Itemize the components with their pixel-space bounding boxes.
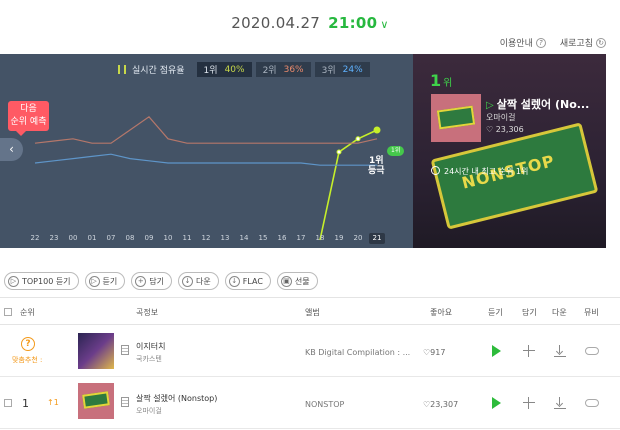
hour-label: 08 bbox=[125, 234, 135, 242]
series-point bbox=[336, 149, 342, 155]
series-line-2 bbox=[34, 115, 378, 144]
download-button[interactable]: ↓ 다운 bbox=[178, 272, 219, 290]
hour-label: 22 bbox=[30, 234, 40, 242]
predict-next-rank-button[interactable]: 다음 순위 예측 bbox=[8, 101, 49, 136]
select-all-checkbox[interactable] bbox=[4, 308, 12, 316]
play-icon: ▷ bbox=[8, 275, 19, 287]
download-icon: ↓ bbox=[228, 275, 240, 287]
hour-label: 18 bbox=[315, 234, 325, 242]
plus-icon: + bbox=[135, 275, 147, 287]
chart-legend: 실시간 점유율 1위 40% 2위 36% 3위 24% bbox=[118, 62, 370, 77]
play-button[interactable]: ▷ 듣기 bbox=[84, 272, 126, 290]
song-info-icon[interactable] bbox=[121, 397, 129, 407]
hour-label: 21 bbox=[369, 233, 385, 244]
download-icon: ↓ bbox=[182, 275, 194, 287]
hour-label: 11 bbox=[182, 234, 192, 242]
legend-title: 실시간 점유율 bbox=[132, 66, 185, 76]
panel-likes[interactable]: ♡ 23,306 bbox=[486, 125, 524, 134]
song-title[interactable]: 이지터치 bbox=[136, 341, 165, 352]
chart-plot bbox=[34, 115, 381, 241]
action-buttons: ▷ TOP100 듣기 ▷ 듣기 + 담기 ↓ 다운 ↓ FLAC ▣ 선물 bbox=[4, 272, 318, 290]
chevron-left-icon[interactable]: ‹ bbox=[0, 138, 23, 161]
play-icon[interactable] bbox=[492, 345, 501, 357]
hour-label: 14 bbox=[239, 234, 249, 242]
song-title[interactable]: 살짝 설렜어 (Nonstop) bbox=[136, 393, 217, 404]
clock-icon bbox=[431, 166, 440, 175]
hour-label: 20 bbox=[353, 234, 363, 242]
table-row[interactable]: 1 ↑1 살짝 설렜어 (Nonstop) 오마이걸 NONSTOP ♡23,3… bbox=[0, 377, 620, 429]
legend-rank-3[interactable]: 3위 24% bbox=[314, 62, 370, 77]
refresh-link[interactable]: 새로고침 ↻ bbox=[560, 36, 606, 49]
hour-label: 15 bbox=[258, 234, 268, 242]
series-point bbox=[373, 126, 381, 134]
hour-label: 19 bbox=[334, 234, 344, 242]
panel-rank: 1위 bbox=[430, 71, 453, 90]
hour-label: 07 bbox=[106, 234, 116, 242]
table-header: 순위 곡정보 앨범 좋아요 듣기 담기 다운 뮤비 bbox=[0, 297, 620, 325]
mv-icon[interactable] bbox=[585, 399, 599, 407]
hour-label: 10 bbox=[163, 234, 173, 242]
series-point bbox=[355, 136, 361, 142]
download-icon[interactable] bbox=[554, 397, 566, 409]
top100-play-button[interactable]: ▷ TOP100 듣기 bbox=[4, 272, 79, 290]
add-icon[interactable] bbox=[523, 345, 535, 357]
bars-icon bbox=[118, 65, 126, 74]
gift-button[interactable]: ▣ 선물 bbox=[276, 272, 318, 290]
download-icon[interactable] bbox=[554, 345, 566, 357]
rank-badge: 1위 bbox=[387, 146, 405, 156]
rank-change: ↑1 bbox=[47, 398, 59, 407]
song-info-icon[interactable] bbox=[121, 345, 129, 355]
top-links: 이용안내? 새로고침 ↻ bbox=[500, 36, 606, 49]
question-icon: ? bbox=[535, 37, 546, 48]
chart-time: 21:00 bbox=[328, 14, 378, 32]
question-icon: ? bbox=[21, 337, 35, 351]
album-name[interactable]: KB Digital Compilation : ... bbox=[305, 348, 410, 357]
hour-label: 16 bbox=[277, 234, 287, 242]
heart-icon: ♡ bbox=[486, 125, 494, 134]
panel-artist[interactable]: 오마이걸 bbox=[486, 112, 515, 123]
row-checkbox[interactable] bbox=[4, 399, 12, 407]
chart-datetime[interactable]: 2020.04.27 21:00 ∨ bbox=[0, 14, 620, 32]
artist-name[interactable]: 오마이걸 bbox=[136, 406, 162, 416]
series-line-3 bbox=[34, 153, 377, 166]
chevron-down-icon[interactable]: ∨ bbox=[380, 18, 388, 31]
hour-label: 13 bbox=[220, 234, 230, 242]
add-icon[interactable] bbox=[523, 397, 535, 409]
hour-label: 01 bbox=[87, 234, 97, 242]
album-thumb[interactable] bbox=[78, 383, 114, 419]
hour-label: 00 bbox=[68, 234, 78, 242]
hour-label: 17 bbox=[296, 234, 306, 242]
play-icon: ▷ bbox=[88, 275, 100, 287]
album-name[interactable]: NONSTOP bbox=[305, 400, 344, 409]
hour-label: 23 bbox=[49, 234, 59, 242]
panel-album-thumb[interactable] bbox=[431, 94, 481, 142]
album-thumb[interactable] bbox=[78, 333, 114, 369]
play-icon[interactable]: ▷ bbox=[486, 100, 494, 111]
legend-rank-1[interactable]: 1위 40% bbox=[196, 62, 252, 77]
best-rank: 24시간 내 최고 순위 1위 bbox=[431, 166, 528, 177]
like-button[interactable]: ♡917 bbox=[423, 348, 445, 357]
panel-song-title[interactable]: ▷ 살짝 설렜어 (No... bbox=[486, 96, 604, 112]
up-arrow-icon: ↑ bbox=[47, 398, 54, 407]
table-row[interactable]: ? 맞춤추천 : 이지터치 국카스텐 KB Digital Compilatio… bbox=[0, 325, 620, 377]
gift-icon: ▣ bbox=[280, 275, 292, 287]
legend-rank-2[interactable]: 2위 36% bbox=[255, 62, 311, 77]
chart-date: 2020.04.27 bbox=[231, 14, 321, 32]
hour-label: 12 bbox=[201, 234, 211, 242]
rank-up-label: 1위 등극 bbox=[368, 156, 385, 176]
rank-number: 1 bbox=[22, 397, 29, 410]
hour-label: 09 bbox=[144, 234, 154, 242]
refresh-icon: ↻ bbox=[596, 37, 606, 48]
artist-name[interactable]: 국카스텐 bbox=[136, 354, 162, 364]
recommend-label: 맞춤추천 : bbox=[12, 356, 43, 364]
guide-link[interactable]: 이용안내? bbox=[500, 36, 546, 49]
series-line-1 bbox=[319, 129, 378, 241]
play-icon[interactable] bbox=[492, 397, 501, 409]
add-button[interactable]: + 담기 bbox=[131, 272, 173, 290]
like-button[interactable]: ♡23,307 bbox=[423, 400, 458, 409]
flac-button[interactable]: ↓ FLAC bbox=[224, 272, 271, 290]
mv-icon[interactable] bbox=[585, 347, 599, 355]
